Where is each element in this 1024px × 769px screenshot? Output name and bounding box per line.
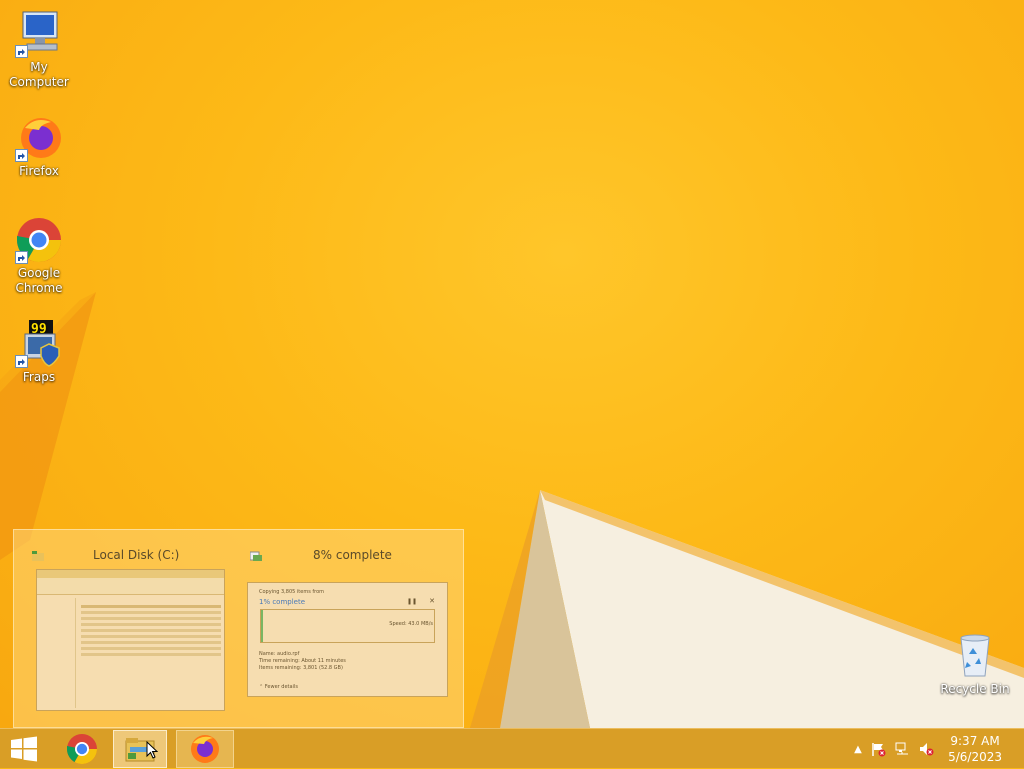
shortcut-arrow-icon xyxy=(15,149,28,162)
window2-title: 8% complete xyxy=(313,548,392,562)
shortcut-arrow-icon xyxy=(15,355,28,368)
desktop-icon-fraps[interactable]: 99 Fraps xyxy=(0,320,78,385)
fewer-details-link[interactable]: ⌃ Fewer details xyxy=(259,684,298,690)
desktop-icon-label: Google Chrome xyxy=(0,266,78,296)
chrome-icon xyxy=(15,216,63,264)
windows-start-icon xyxy=(11,736,37,762)
close-icon: ✕ xyxy=(429,597,435,605)
desktop-icon-label: Firefox xyxy=(19,164,59,178)
clock-date: 5/6/2023 xyxy=(948,750,1002,764)
show-hidden-icons-chevron[interactable]: ▲ xyxy=(850,744,866,755)
copy-header: Copying 3,805 items from xyxy=(259,589,325,595)
desktop-icon-google-chrome[interactable]: Google Chrome xyxy=(0,216,78,296)
network-icon[interactable] xyxy=(890,741,914,757)
label-line-2: Chrome xyxy=(15,281,63,295)
desktop-icon-label: My Computer xyxy=(9,60,69,89)
firefox-icon xyxy=(191,735,219,763)
taskbar-thumbnail-preview: Local Disk (C:) 8% complete Copying 3,80… xyxy=(13,529,464,728)
copy-progress-graph xyxy=(260,609,435,643)
start-button[interactable] xyxy=(0,730,48,768)
desktop-icon-recycle-bin[interactable]: Recycle Bin xyxy=(936,632,1014,697)
desktop: My Computer Firefox Google Chrome 99 Fra… xyxy=(0,0,1024,728)
desktop-icon-my-computer[interactable]: My Computer xyxy=(0,10,78,90)
copy-name: Name: audio.rpf xyxy=(259,651,300,657)
file-explorer-icon xyxy=(32,547,44,561)
shortcut-arrow-icon xyxy=(15,45,28,58)
desktop-icon-firefox[interactable]: Firefox xyxy=(0,114,78,179)
desktop-icon-label: Recycle Bin xyxy=(940,682,1010,696)
copy-percent: 1% complete xyxy=(259,598,306,606)
copy-time-remaining: Time remaining: About 11 minutes xyxy=(259,658,346,664)
system-tray: ▲ xyxy=(850,729,938,769)
clock-time: 9:37 AM xyxy=(950,734,1000,748)
copy-progress-fill xyxy=(261,610,263,642)
shortcut-arrow-icon xyxy=(15,251,28,264)
taskbar-firefox-button[interactable] xyxy=(176,730,234,768)
window1-thumbnail[interactable] xyxy=(36,569,225,711)
window2-thumbnail[interactable]: Copying 3,805 items from 1% complete ❚❚ … xyxy=(247,582,448,697)
my-computer-icon xyxy=(15,10,63,58)
mouse-cursor-icon xyxy=(146,741,158,759)
taskbar: ▲ 9:37 AM 5/6/2023 xyxy=(0,728,1024,768)
volume-muted-icon[interactable] xyxy=(914,741,938,757)
action-center-flag-icon[interactable] xyxy=(866,741,890,757)
pause-icon: ❚❚ xyxy=(406,598,417,605)
recycle-bin-icon xyxy=(951,632,999,680)
chevron-up-icon: ⌃ xyxy=(259,684,264,690)
taskbar-file-explorer-button[interactable] xyxy=(113,730,167,768)
firefox-icon xyxy=(15,114,63,162)
label-line-1: Google xyxy=(17,266,61,280)
copy-dialog-icon xyxy=(249,547,262,561)
copy-items-remaining: Items remaining: 3,801 (52.8 GB) xyxy=(259,665,343,671)
fraps-icon: 99 xyxy=(15,320,63,368)
desktop-icon-label: Fraps xyxy=(22,370,56,384)
chrome-icon xyxy=(67,734,97,765)
taskbar-chrome-button[interactable] xyxy=(58,730,106,768)
clock[interactable]: 9:37 AM 5/6/2023 xyxy=(948,733,1002,765)
window1-title: Local Disk (C:) xyxy=(93,548,180,562)
fewer-details-label: Fewer details xyxy=(264,684,298,690)
